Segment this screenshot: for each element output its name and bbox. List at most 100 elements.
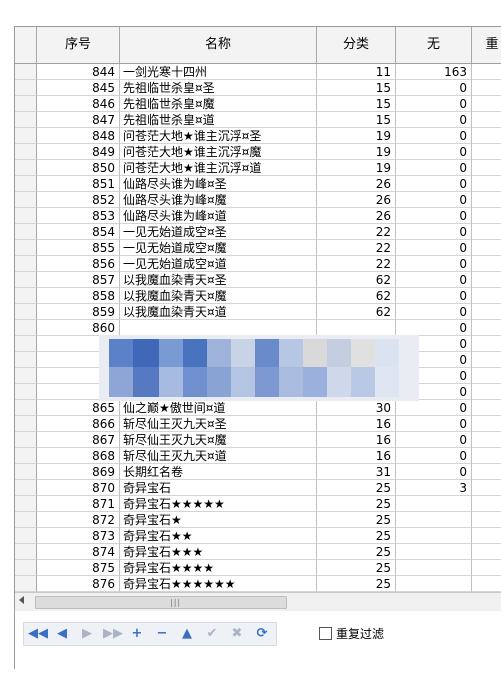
cell-weight[interactable]	[472, 528, 501, 544]
row-indicator[interactable]	[15, 144, 37, 160]
row-indicator[interactable]	[15, 256, 37, 272]
cell-name[interactable]: 奇异宝石★★★★★★	[120, 576, 317, 592]
cell-none[interactable]: 0	[396, 96, 472, 112]
cell-category[interactable]	[317, 320, 396, 336]
row-indicator[interactable]	[15, 560, 37, 576]
row-indicator[interactable]	[15, 480, 37, 496]
cell-category[interactable]: 15	[317, 80, 396, 96]
table-row[interactable]: 850 问苍茫大地★谁主沉浮¤道 19 0	[15, 160, 501, 176]
prior-record-icon[interactable]: ◀	[53, 625, 71, 643]
header-category[interactable]: 分类	[317, 27, 396, 63]
cell-weight[interactable]	[472, 272, 501, 288]
cell-id[interactable]: 874	[37, 544, 120, 560]
cell-weight[interactable]	[472, 128, 501, 144]
delete-record-icon[interactable]: −	[153, 625, 171, 643]
table-row[interactable]: 865 仙之巅★傲世间¤道 30 0	[15, 400, 501, 416]
table-row[interactable]: 852 仙路尽头谁为峰¤魔 26 0	[15, 192, 501, 208]
cell-weight[interactable]	[472, 64, 501, 80]
cell-category[interactable]: 16	[317, 448, 396, 464]
refresh-data-icon[interactable]: ⟳	[253, 625, 271, 643]
row-indicator[interactable]	[15, 544, 37, 560]
cell-category[interactable]: 19	[317, 128, 396, 144]
cell-category[interactable]: 26	[317, 208, 396, 224]
cell-none[interactable]: 0	[396, 208, 472, 224]
cell-none[interactable]: 0	[396, 128, 472, 144]
cell-name[interactable]: 斩尽仙王灭九天¤圣	[120, 416, 317, 432]
cell-name[interactable]: 奇异宝石★	[120, 512, 317, 528]
row-indicator[interactable]	[15, 416, 37, 432]
cell-id[interactable]: 866	[37, 416, 120, 432]
row-indicator[interactable]	[15, 320, 37, 336]
first-record-icon[interactable]: ◀◀	[28, 625, 48, 643]
cell-none[interactable]	[396, 576, 472, 592]
cell-none[interactable]: 0	[396, 416, 472, 432]
cell-weight[interactable]	[472, 336, 501, 352]
cell-weight[interactable]	[472, 288, 501, 304]
insert-record-icon[interactable]: +	[128, 625, 146, 643]
cell-name[interactable]	[120, 320, 317, 336]
table-row[interactable]: 860 0	[15, 320, 501, 336]
cell-none[interactable]	[396, 496, 472, 512]
cell-id[interactable]: 875	[37, 560, 120, 576]
cell-name[interactable]: 奇异宝石	[120, 480, 317, 496]
cell-none[interactable]	[396, 512, 472, 528]
cell-weight[interactable]	[472, 368, 501, 384]
cell-id[interactable]: 845	[37, 80, 120, 96]
edit-record-icon[interactable]: ▲	[178, 625, 196, 643]
cell-none[interactable]: 0	[396, 144, 472, 160]
cell-none[interactable]: 0	[396, 272, 472, 288]
cell-none[interactable]: 0	[396, 432, 472, 448]
cell-id[interactable]: 868	[37, 448, 120, 464]
cell-name[interactable]: 一见无始道成空¤魔	[120, 240, 317, 256]
table-row[interactable]: 873 奇异宝石★★ 25	[15, 528, 501, 544]
cell-none[interactable]: 0	[396, 256, 472, 272]
table-row[interactable]: 867 斩尽仙王灭九天¤魔 16 0	[15, 432, 501, 448]
cell-weight[interactable]	[472, 176, 501, 192]
cell-id[interactable]: 848	[37, 128, 120, 144]
cell-name[interactable]: 长期红名卷	[120, 464, 317, 480]
cell-name[interactable]: 一见无始道成空¤道	[120, 256, 317, 272]
cell-none[interactable]	[396, 560, 472, 576]
header-none[interactable]: 无	[396, 27, 472, 63]
cell-category[interactable]: 16	[317, 416, 396, 432]
cell-category[interactable]: 19	[317, 144, 396, 160]
row-indicator[interactable]	[15, 272, 37, 288]
cell-none[interactable]: 0	[396, 400, 472, 416]
cell-weight[interactable]	[472, 224, 501, 240]
cell-weight[interactable]	[472, 208, 501, 224]
cell-id[interactable]: 871	[37, 496, 120, 512]
scroll-left-icon[interactable]	[19, 596, 24, 604]
cell-category[interactable]: 22	[317, 256, 396, 272]
horizontal-scrollbar[interactable]: |||	[15, 592, 501, 611]
cell-weight[interactable]	[472, 240, 501, 256]
row-indicator[interactable]	[15, 224, 37, 240]
cell-weight[interactable]	[472, 384, 501, 400]
cell-name[interactable]: 仙路尽头谁为峰¤魔	[120, 192, 317, 208]
cell-category[interactable]: 19	[317, 160, 396, 176]
cell-id[interactable]: 852	[37, 192, 120, 208]
cell-name[interactable]: 问苍茫大地★谁主沉浮¤道	[120, 160, 317, 176]
cell-id[interactable]: 856	[37, 256, 120, 272]
cell-none[interactable]: 0	[396, 160, 472, 176]
cell-category[interactable]: 26	[317, 192, 396, 208]
cell-id[interactable]: 855	[37, 240, 120, 256]
cell-name[interactable]: 一见无始道成空¤圣	[120, 224, 317, 240]
cell-name[interactable]: 仙路尽头谁为峰¤道	[120, 208, 317, 224]
data-grid[interactable]: 序号 名称 分类 无 重 844 一剑光寒十四州 11 163 845 先祖临世杀皇¤圣 1…	[15, 27, 501, 592]
row-indicator[interactable]	[15, 352, 37, 368]
row-indicator[interactable]	[15, 400, 37, 416]
cell-name[interactable]: 先祖临世杀皇¤魔	[120, 96, 317, 112]
table-row[interactable]: 875 奇异宝石★★★★ 25	[15, 560, 501, 576]
cell-category[interactable]: 62	[317, 272, 396, 288]
cell-id[interactable]: 844	[37, 64, 120, 80]
cell-category[interactable]: 25	[317, 576, 396, 592]
table-row[interactable]: 851 仙路尽头谁为峰¤圣 26 0	[15, 176, 501, 192]
cell-name[interactable]: 奇异宝石★★★	[120, 544, 317, 560]
cell-weight[interactable]	[472, 480, 501, 496]
cell-name[interactable]: 奇异宝石★★★★★	[120, 496, 317, 512]
cell-none[interactable]	[396, 544, 472, 560]
table-row[interactable]: 846 先祖临世杀皇¤魔 15 0	[15, 96, 501, 112]
cell-weight[interactable]	[472, 256, 501, 272]
cell-weight[interactable]	[472, 512, 501, 528]
cell-weight[interactable]	[472, 416, 501, 432]
